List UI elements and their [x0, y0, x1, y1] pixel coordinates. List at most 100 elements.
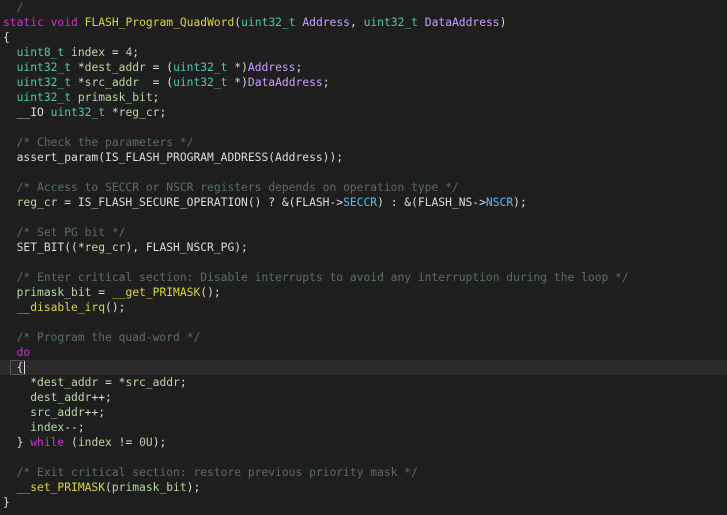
code-line-text: /* Exit critical section: restore previo…	[3, 465, 418, 480]
code-token: void	[50, 16, 78, 29]
code-line[interactable]: dest_addr++;	[0, 390, 727, 405]
code-line[interactable]: SET_BIT((*reg_cr), FLASH_NSCR_PG);	[0, 240, 727, 255]
code-token: dest_addr	[84, 61, 146, 74]
code-line-text: /* Program the quad-word */	[3, 330, 201, 345]
code-token: primask_bit	[77, 91, 153, 104]
code-line[interactable]: do	[0, 345, 727, 360]
code-token: primask_bit	[16, 286, 92, 299]
code-line-text: uint32_t *dest_addr = (uint32_t *)Addres…	[3, 60, 303, 75]
code-line[interactable]: primask_bit = __get_PRIMASK();	[0, 285, 727, 300]
code-line[interactable]: {	[0, 30, 727, 45]
code-token: Address	[302, 16, 350, 29]
code-line[interactable]: /* Check the parameters */	[0, 135, 727, 150]
code-token: ();	[200, 286, 221, 299]
code-token: --;	[64, 421, 85, 434]
code-line-text: uint32_t primask_bit;	[3, 90, 160, 105]
code-token: ;	[322, 76, 330, 89]
code-line-text: } while (index != 0U);	[3, 435, 167, 450]
code-line-text: uint8_t index = 4;	[3, 45, 139, 60]
code-line[interactable]: uint32_t *src_addr = (uint32_t *)DataAdd…	[0, 75, 727, 90]
code-line[interactable]: /* Exit critical section: restore previo…	[0, 465, 727, 480]
code-line[interactable]: } while (index != 0U);	[0, 435, 727, 450]
code-line[interactable]: assert_param(IS_FLASH_PROGRAM_ADDRESS(Ad…	[0, 150, 727, 165]
code-token: );	[186, 481, 201, 494]
current-code-line[interactable]: {	[0, 360, 727, 375]
code-token: reg_cr	[118, 106, 160, 119]
code-line-text: dest_addr++;	[3, 390, 112, 405]
code-token: assert_param(IS_FLASH_PROGRAM_ADDRESS(Ad…	[16, 151, 344, 164]
code-token: ;	[132, 46, 140, 59]
code-token: FLASH_Program_QuadWord	[84, 16, 235, 29]
code-line-text: {	[3, 360, 24, 375]
code-token: uint32_t	[241, 16, 296, 29]
code-line[interactable]	[0, 255, 727, 270]
code-line-text: __set_PRIMASK(primask_bit);	[3, 480, 201, 495]
code-line-text: /	[3, 0, 24, 15]
code-line[interactable]	[0, 210, 727, 225]
code-token: /* Set PG bit */	[16, 226, 126, 239]
code-token: = IS_FLASH_SECURE_OPERATION() ? &(FLASH-…	[57, 196, 344, 209]
code-line-text: /* Check the parameters */	[3, 135, 194, 150]
code-line[interactable]: /* Program the quad-word */	[0, 330, 727, 345]
code-line[interactable]: /* Access to SECCR or NSCR registers dep…	[0, 180, 727, 195]
code-line[interactable]	[0, 450, 727, 465]
code-token: __IO	[16, 106, 44, 119]
code-line[interactable]	[0, 165, 727, 180]
code-token: dest_addr	[37, 376, 99, 389]
code-line-text: SET_BIT((*reg_cr), FLASH_NSCR_PG);	[3, 240, 248, 255]
code-token: *)	[227, 76, 248, 89]
code-token: /* Enter critical section: Disable inter…	[16, 271, 629, 284]
code-line[interactable]: }	[0, 495, 727, 510]
code-token: SET_BIT((*	[16, 241, 85, 254]
code-token: =	[105, 46, 126, 59]
code-line[interactable]: /* Set PG bit */	[0, 225, 727, 240]
code-token: );	[513, 196, 527, 209]
code-token: src_addr	[30, 406, 85, 419]
code-token: uint32_t	[16, 76, 72, 89]
code-token: = (	[145, 61, 174, 74]
code-token: index	[30, 421, 65, 434]
code-line-text: __disable_irq();	[3, 300, 126, 315]
code-token: = *	[98, 376, 126, 389]
code-line[interactable]: *dest_addr = *src_addr;	[0, 375, 727, 390]
code-line[interactable]	[0, 120, 727, 135]
code-token: /* Program the quad-word */	[16, 331, 201, 344]
code-line[interactable]: static void FLASH_Program_QuadWord(uint3…	[0, 15, 727, 30]
code-token: __disable_irq	[16, 301, 106, 314]
code-line[interactable]	[0, 315, 727, 330]
code-editor[interactable]: / static void FLASH_Program_QuadWord(uint…	[0, 0, 727, 515]
code-line[interactable]: uint8_t index = 4;	[0, 45, 727, 60]
code-line[interactable]: /* Enter critical section: Disable inter…	[0, 270, 727, 285]
code-line-text: do	[3, 345, 31, 360]
code-line[interactable]: reg_cr = IS_FLASH_SECURE_OPERATION() ? &…	[0, 195, 727, 210]
code-token: while	[30, 436, 65, 449]
code-line-text: /* Enter critical section: Disable inter…	[3, 270, 629, 285]
code-line-text: static void FLASH_Program_QuadWord(uint3…	[3, 15, 506, 30]
code-line[interactable]: src_addr++;	[0, 405, 727, 420]
code-line[interactable]: uint32_t primask_bit;	[0, 90, 727, 105]
code-line[interactable]: /	[0, 0, 727, 15]
code-line[interactable]: __IO uint32_t *reg_cr;	[0, 105, 727, 120]
code-token: ++;	[91, 391, 112, 404]
code-token: *	[105, 106, 119, 119]
code-line[interactable]: __disable_irq();	[0, 300, 727, 315]
code-token: ,	[349, 16, 364, 29]
code-line[interactable]: __set_PRIMASK(primask_bit);	[0, 480, 727, 495]
code-token: index	[71, 46, 106, 59]
code-line-text: *dest_addr = *src_addr;	[3, 375, 186, 390]
code-token: uint32_t	[173, 76, 228, 89]
code-line[interactable]: index--;	[0, 420, 727, 435]
code-line[interactable]: uint32_t *dest_addr = (uint32_t *)Addres…	[0, 60, 727, 75]
